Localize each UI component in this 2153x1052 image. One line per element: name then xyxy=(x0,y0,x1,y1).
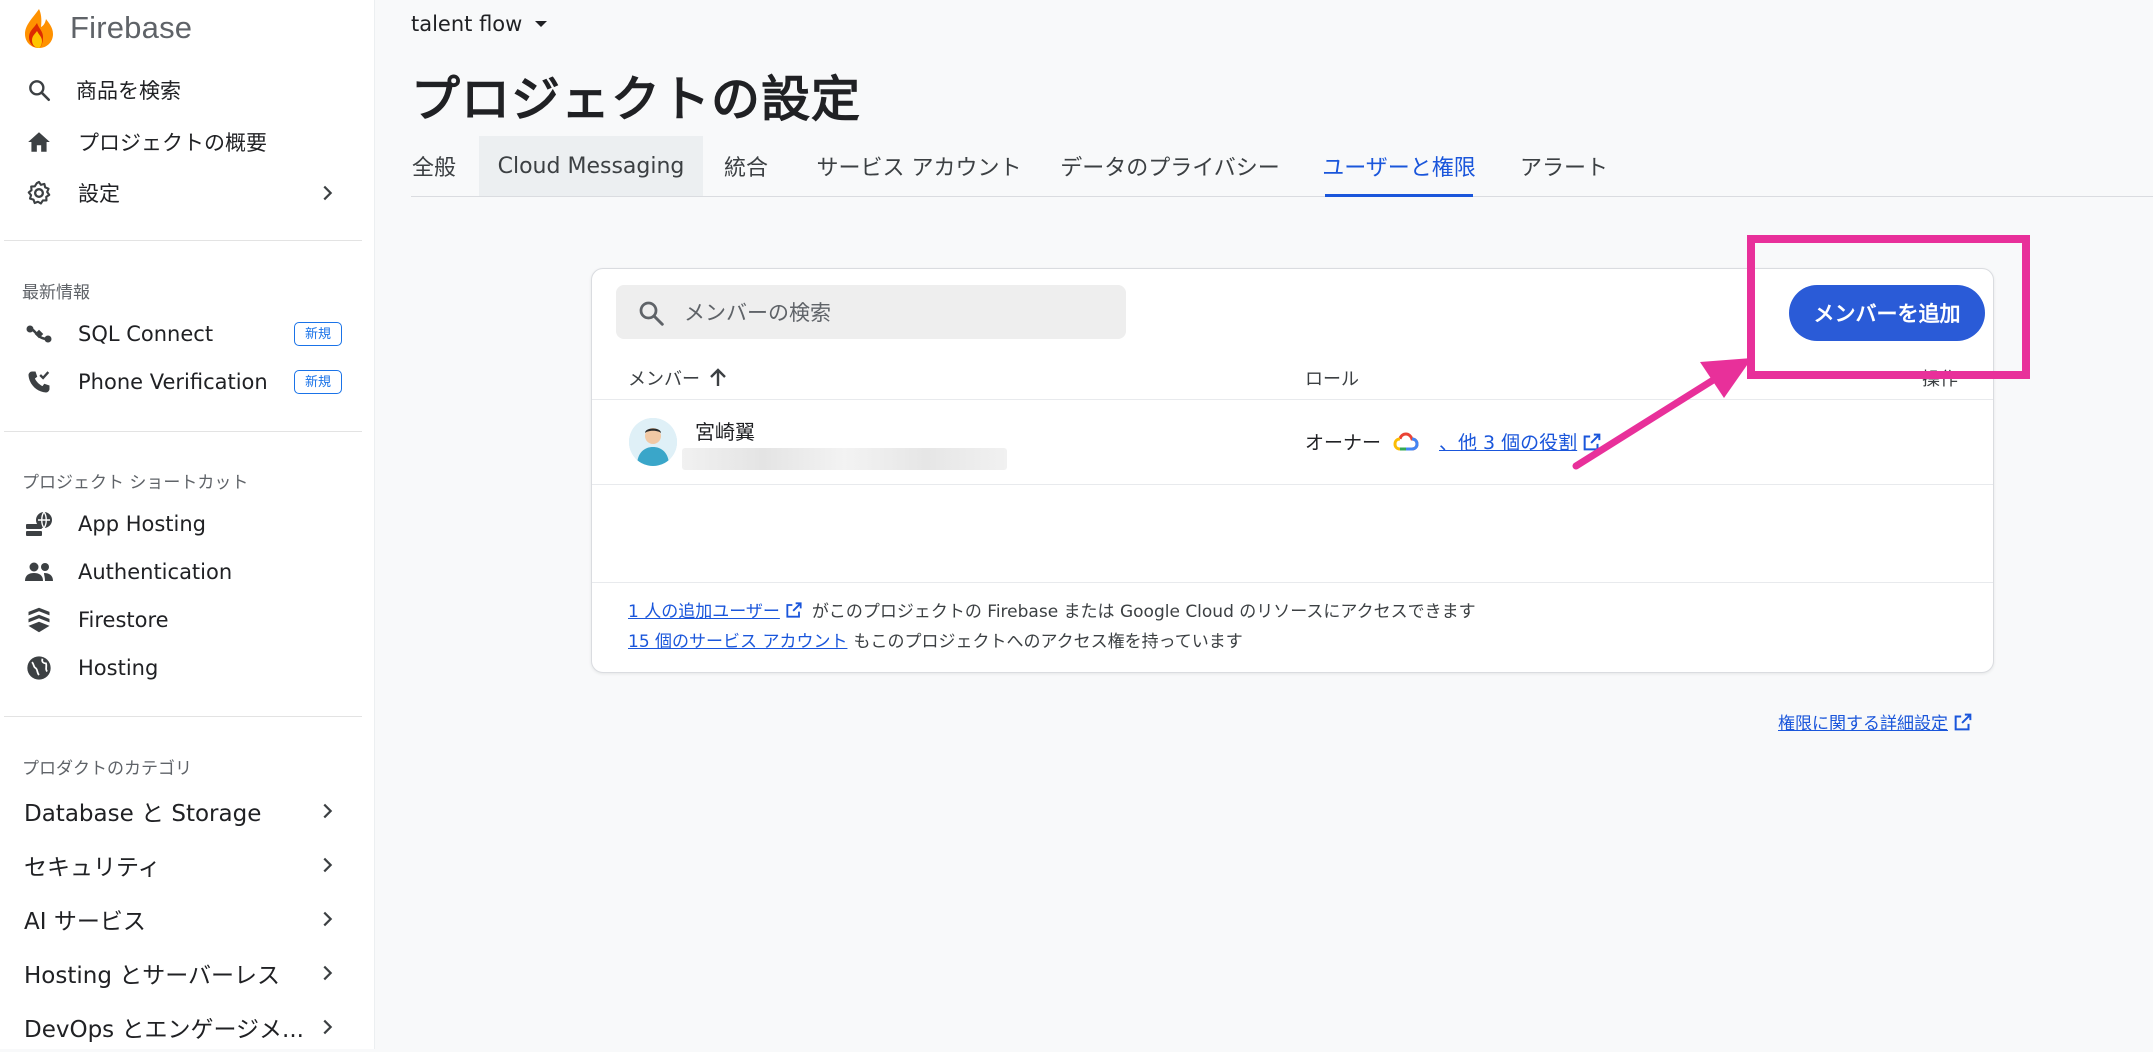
members-footer: 1 人の追加ユーザー がこのプロジェクトの Firebase または Googl… xyxy=(592,582,1993,673)
sidebar-item-search[interactable]: 商品を検索 xyxy=(0,67,375,113)
more-roles-label: 、他 3 個の役割 xyxy=(1439,432,1578,454)
section-heading-categories: プロダクトのカテゴリ xyxy=(22,759,192,779)
member-email-redacted xyxy=(682,448,1007,470)
tab-service-accounts[interactable]: サービス アカウント xyxy=(817,136,1022,196)
member-search xyxy=(616,285,1126,339)
category-label: Database と Storage xyxy=(24,801,262,827)
category-label: DevOps とエンゲージメ... xyxy=(24,1017,304,1043)
category-label: AI サービス xyxy=(24,909,146,935)
project-name: talent flow xyxy=(411,12,523,36)
home-icon xyxy=(24,127,54,157)
category-label: セキュリティ xyxy=(24,855,161,881)
table-row: 宮崎翼 オーナー 、他 3 個の役割 xyxy=(592,400,1993,485)
search-icon xyxy=(639,301,664,326)
sidebar-item-label: App Hosting xyxy=(78,512,206,536)
firestore-icon xyxy=(24,605,54,635)
section-heading-shortcuts: プロジェクト ショートカット xyxy=(22,473,249,493)
sidebar-item-label: 設定 xyxy=(78,182,120,206)
sidebar-item-label: Hosting xyxy=(78,656,159,680)
open-in-new-icon xyxy=(786,601,802,618)
sidebar-item-authentication[interactable]: Authentication xyxy=(0,549,375,595)
category-hosting-serverless[interactable]: Hosting とサーバーレス xyxy=(0,948,375,998)
sidebar-item-label: Phone Verification xyxy=(78,370,268,394)
sidebar-item-label: 商品を検索 xyxy=(76,79,181,103)
brand-name: Firebase xyxy=(70,10,193,45)
column-header-role: ロール xyxy=(1305,369,1359,390)
open-in-new-icon xyxy=(1954,713,1972,730)
sidebar: Firebase 商品を検索 プロジェクトの概要 設定 最新情報 SQL Con… xyxy=(0,0,375,1049)
footer-text: がこのプロジェクトの Firebase または Google Cloud のリソ… xyxy=(811,602,1476,622)
settings-tabs: 全般 Cloud Messaging 統合 サービス アカウント データのプライ… xyxy=(411,136,2153,197)
page-title: プロジェクトの設定 xyxy=(411,71,862,128)
tab-general[interactable]: 全般 xyxy=(411,136,457,196)
chevron-right-icon xyxy=(323,965,333,981)
category-security[interactable]: セキュリティ xyxy=(0,840,375,890)
advanced-permissions-link[interactable]: 権限に関する詳細設定 xyxy=(1778,709,1974,734)
sidebar-item-firestore[interactable]: Firestore xyxy=(0,597,375,643)
additional-users-link[interactable]: 1 人の追加ユーザー xyxy=(628,597,780,622)
sidebar-item-sql-connect[interactable]: SQL Connect 新規 xyxy=(0,311,375,357)
category-ai-services[interactable]: AI サービス xyxy=(0,894,375,944)
category-devops-engagement[interactable]: DevOps とエンゲージメ... xyxy=(0,1002,375,1052)
section-heading-whats-new: 最新情報 xyxy=(22,283,90,303)
footer-line-additional-users: 1 人の追加ユーザー がこのプロジェクトの Firebase または Googl… xyxy=(628,597,1476,622)
sidebar-item-label: Authentication xyxy=(78,560,233,584)
footer-text: もこのプロジェクトへのアクセス権を持っています xyxy=(853,632,1243,652)
sql-connect-icon xyxy=(24,319,54,349)
sidebar-item-label: Firestore xyxy=(78,608,169,632)
chevron-right-icon xyxy=(323,803,333,819)
sidebar-item-hosting[interactable]: Hosting xyxy=(0,645,375,691)
hosting-globe-icon xyxy=(24,653,54,683)
firebase-brand[interactable]: Firebase xyxy=(22,4,192,52)
chevron-right-icon xyxy=(323,185,333,201)
search-icon xyxy=(24,75,54,105)
project-switcher[interactable]: talent flow xyxy=(411,12,554,36)
sidebar-divider xyxy=(4,716,362,717)
sidebar-item-overview[interactable]: プロジェクトの概要 xyxy=(0,119,375,165)
chevron-right-icon xyxy=(323,857,333,873)
phone-verification-icon xyxy=(24,367,54,397)
advanced-permissions-label: 権限に関する詳細設定 xyxy=(1778,714,1948,734)
gear-icon xyxy=(24,178,54,208)
sidebar-divider xyxy=(4,431,362,432)
chevron-right-icon xyxy=(323,1019,333,1035)
tab-integrations[interactable]: 統合 xyxy=(723,136,769,196)
arrow-up-icon xyxy=(710,368,726,386)
member-name: 宮崎翼 xyxy=(695,420,755,444)
new-badge: 新規 xyxy=(294,370,343,394)
tab-alerts[interactable]: アラート xyxy=(1520,136,1608,196)
firebase-logo-icon xyxy=(25,9,53,48)
google-cloud-icon xyxy=(1393,431,1419,450)
sidebar-divider xyxy=(4,240,362,241)
avatar xyxy=(629,418,677,466)
tab-cloud-messaging[interactable]: Cloud Messaging xyxy=(479,136,703,196)
role-label: オーナー xyxy=(1305,432,1382,454)
sidebar-item-app-hosting[interactable]: App Hosting xyxy=(0,501,375,547)
column-header-label: メンバー xyxy=(628,369,700,390)
sidebar-item-label: プロジェクトの概要 xyxy=(78,131,267,155)
footer-line-service-accounts: 15 個のサービス アカウント もこのプロジェクトへのアクセス権を持っています xyxy=(628,627,1243,652)
sidebar-item-phone-verification[interactable]: Phone Verification 新規 xyxy=(0,359,375,405)
annotation-arrow-icon xyxy=(1572,358,1752,470)
authentication-icon xyxy=(24,557,54,587)
column-header-member[interactable]: メンバー xyxy=(628,365,730,391)
tab-users-permissions[interactable]: ユーザーと権限 xyxy=(1322,136,1476,197)
app-hosting-icon xyxy=(24,509,54,539)
member-search-input[interactable] xyxy=(682,293,1106,333)
annotation-highlight-box xyxy=(1747,235,2030,379)
category-database-storage[interactable]: Database と Storage xyxy=(0,786,375,836)
tab-data-privacy[interactable]: データのプライバシー xyxy=(1060,136,1280,196)
category-label: Hosting とサーバーレス xyxy=(24,963,281,989)
service-accounts-link[interactable]: 15 個のサービス アカウント xyxy=(628,627,847,652)
caret-down-icon xyxy=(535,21,548,27)
new-badge: 新規 xyxy=(294,322,343,346)
sidebar-item-settings[interactable]: 設定 xyxy=(0,170,375,216)
sidebar-item-label: SQL Connect xyxy=(78,322,214,346)
chevron-right-icon xyxy=(323,911,333,927)
member-role: オーナー xyxy=(1305,428,1419,455)
